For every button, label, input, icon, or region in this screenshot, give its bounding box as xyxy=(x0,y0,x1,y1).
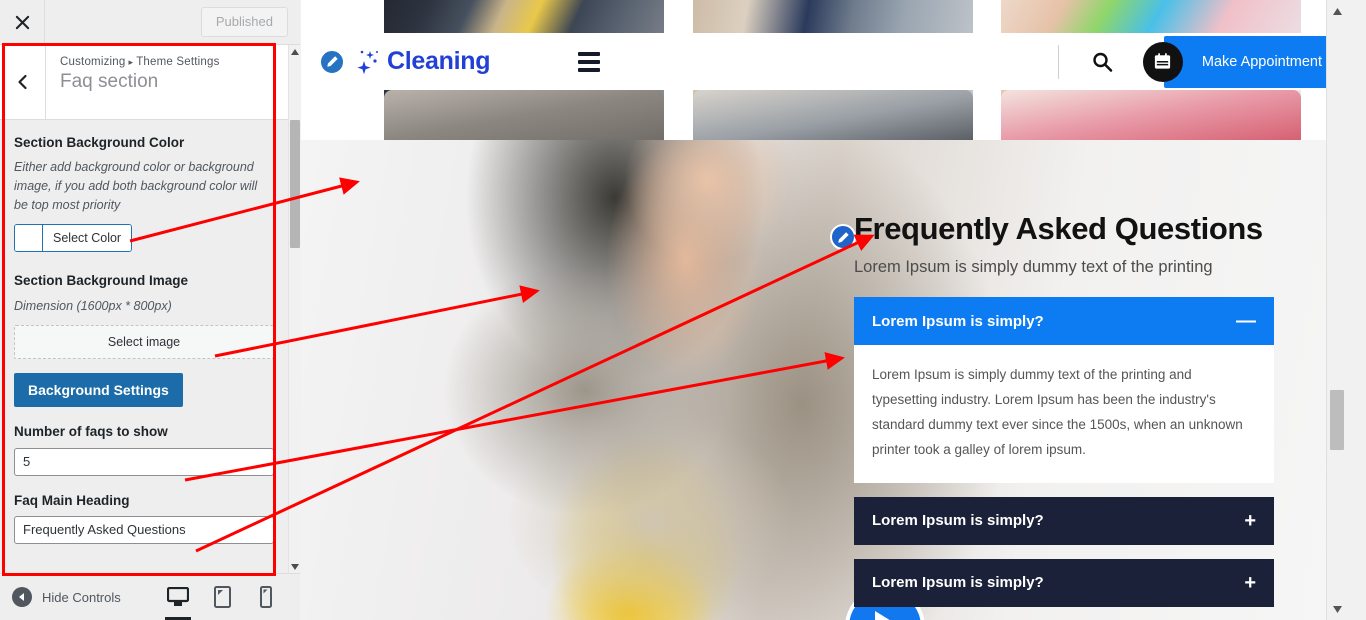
caret-left-glyph xyxy=(19,593,24,601)
panel-titlebar: Customizing ▸ Theme Settings Faq section xyxy=(0,45,288,120)
calendar-icon[interactable] xyxy=(1142,41,1183,82)
scroll-down-icon[interactable] xyxy=(289,560,301,573)
bg-color-label: Section Background Color xyxy=(14,135,185,150)
control-background-color: Section Background Color Either add back… xyxy=(14,134,274,256)
faq-count-input[interactable] xyxy=(14,447,274,476)
monitor-glyph xyxy=(167,587,189,606)
select-image-button[interactable]: Select image xyxy=(14,325,274,360)
customizer-header: Published xyxy=(0,0,300,45)
control-background-image: Section Background Image Dimension (1600… xyxy=(14,272,274,408)
caret-down-glyph xyxy=(291,563,299,570)
search-icon[interactable] xyxy=(1091,51,1113,73)
edit-logo-pencil-icon[interactable] xyxy=(319,48,345,75)
caret-down-glyph xyxy=(1332,605,1342,613)
preview-scrollbar[interactable] xyxy=(1326,0,1346,620)
calendar-glyph xyxy=(1155,53,1171,69)
edit-faq-pencil-icon[interactable] xyxy=(830,224,856,250)
device-mobile-icon[interactable] xyxy=(254,582,278,612)
make-appointment-button[interactable]: Make Appointment xyxy=(1163,35,1346,88)
faq-item-header[interactable]: Lorem Ipsum is simply? + xyxy=(854,558,1274,607)
faq-question: Lorem Ipsum is simply? xyxy=(872,512,1044,530)
control-faq-heading: Faq Main Heading xyxy=(14,492,274,544)
bg-color-description: Either add background color or backgroun… xyxy=(14,160,258,212)
device-preview-switcher xyxy=(166,582,300,612)
faq-subtitle: Lorem Ipsum is simply dummy text of the … xyxy=(854,258,1213,277)
device-desktop-icon[interactable] xyxy=(166,582,190,612)
brand-name: Cleaning xyxy=(387,47,491,75)
preview-scroll-down-icon[interactable] xyxy=(1327,600,1346,618)
breadcrumb: Customizing ▸ Theme Settings xyxy=(60,56,220,68)
plus-icon[interactable]: + xyxy=(1244,573,1256,593)
customizer-panel: Customizing ▸ Theme Settings Faq section S… xyxy=(0,45,288,573)
plus-icon[interactable]: + xyxy=(1244,511,1256,531)
smartphone-glyph xyxy=(260,586,272,608)
nav-divider xyxy=(1057,44,1059,79)
site-navbar: Cleaning Make Appointment xyxy=(301,33,1346,90)
faq-hero-section: Frequently Asked Questions Lorem Ipsum i… xyxy=(301,140,1346,620)
bg-image-label: Section Background Image xyxy=(14,273,189,289)
breadcrumb-section: Theme Settings xyxy=(136,56,220,68)
sparkle-glyph xyxy=(357,50,378,74)
pencil-glyph xyxy=(837,231,849,243)
close-icon[interactable] xyxy=(0,0,45,44)
faq-title: Frequently Asked Questions xyxy=(854,211,1263,246)
faq-item-header[interactable]: Lorem Ipsum is simply? + xyxy=(854,496,1274,545)
faq-answer: Lorem Ipsum is simply dummy text of the … xyxy=(854,345,1274,483)
faq-count-label: Number of faqs to show xyxy=(14,424,168,440)
customizer-footer: Hide Controls xyxy=(0,573,300,620)
scroll-up-icon[interactable] xyxy=(289,45,301,58)
preview-scroll-up-icon[interactable] xyxy=(1327,2,1346,20)
chevron-left-glyph xyxy=(17,74,27,90)
color-swatch[interactable] xyxy=(15,225,43,252)
faq-item: Lorem Ipsum is simply? + xyxy=(854,558,1274,607)
back-icon[interactable] xyxy=(0,45,46,119)
faq-question: Lorem Ipsum is simply? xyxy=(872,574,1044,592)
hamburger-icon[interactable] xyxy=(578,51,601,72)
caret-up-glyph xyxy=(1332,7,1342,15)
device-tablet-icon[interactable] xyxy=(210,582,234,612)
hamburger-bar-3 xyxy=(578,67,601,72)
sidebar-scrollbar-thumb[interactable] xyxy=(290,120,300,248)
tablet-glyph xyxy=(213,586,231,608)
color-picker[interactable]: Select Color xyxy=(14,224,133,253)
bg-image-description: Dimension (1600px * 800px) xyxy=(14,298,172,313)
hide-controls-button[interactable]: Hide Controls xyxy=(0,587,121,607)
site-preview: Cleaning Make Appointment Frequently Ask… xyxy=(301,0,1346,620)
select-color-button[interactable]: Select Color xyxy=(43,225,132,252)
preview-scrollbar-thumb[interactable] xyxy=(1330,390,1344,450)
sparkle-icon xyxy=(353,47,383,77)
sidebar-scrollbar[interactable] xyxy=(288,45,300,573)
faq-heading-label: Faq Main Heading xyxy=(14,492,130,508)
publish-button[interactable]: Published xyxy=(200,6,288,38)
faq-item-header[interactable]: Lorem Ipsum is simply? — xyxy=(854,297,1274,346)
hamburger-bar-2 xyxy=(578,59,601,64)
pencil-glyph xyxy=(326,56,338,67)
hamburger-bar-1 xyxy=(578,51,601,56)
navbar-right: Make Appointment xyxy=(1057,33,1346,90)
collapse-icon xyxy=(12,587,32,607)
site-logo[interactable]: Cleaning xyxy=(319,47,490,77)
customizer-sidebar: Published Customizing ▸ Theme Settings Faq… xyxy=(0,0,300,620)
hero-photo xyxy=(361,140,921,620)
minus-icon[interactable]: — xyxy=(1236,311,1256,331)
appointment-cta: Make Appointment xyxy=(1142,35,1346,88)
control-faq-count: Number of faqs to show xyxy=(14,423,274,476)
breadcrumb-root: Customizing xyxy=(60,56,126,68)
page-title: Faq section xyxy=(60,71,159,92)
faq-content: Frequently Asked Questions Lorem Ipsum i… xyxy=(854,211,1274,620)
faq-item: Lorem Ipsum is simply? + xyxy=(854,496,1274,545)
faq-heading-input[interactable] xyxy=(14,515,274,544)
controls-list: Section Background Color Either add back… xyxy=(0,120,288,544)
close-x-glyph xyxy=(15,15,29,29)
panel-title-text: Customizing ▸ Theme Settings Faq section xyxy=(46,45,220,119)
hide-controls-label: Hide Controls xyxy=(42,589,121,605)
breadcrumb-separator: ▸ xyxy=(128,57,134,67)
magnifier-glyph xyxy=(1093,52,1113,72)
faq-question: Lorem Ipsum is simply? xyxy=(872,312,1044,330)
caret-up-glyph xyxy=(291,48,299,55)
faq-item: Lorem Ipsum is simply? — Lorem Ipsum is … xyxy=(854,297,1274,483)
background-settings-button[interactable]: Background Settings xyxy=(14,373,183,408)
